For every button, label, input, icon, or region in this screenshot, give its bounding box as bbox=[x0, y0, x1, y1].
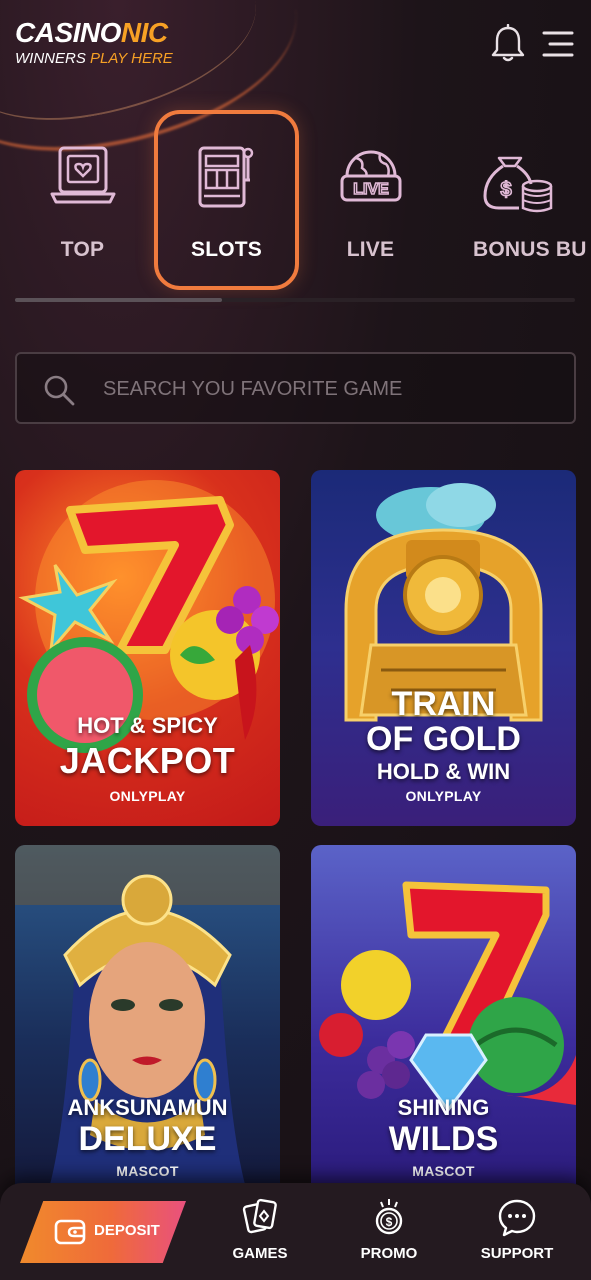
game-card-hot-spicy-jackpot[interactable]: HOT & SPICY JACKPOT ONLYPLAY bbox=[15, 470, 280, 826]
search-bar[interactable] bbox=[15, 352, 576, 424]
money-bag-icon: $ bbox=[482, 156, 552, 213]
logo-wordmark: CASINONIC bbox=[15, 18, 173, 48]
logo-text-orange: NIC bbox=[120, 17, 168, 48]
game-provider: ONLYPLAY bbox=[109, 788, 186, 804]
game-provider: MASCOT bbox=[412, 1163, 475, 1179]
category-label: TOP bbox=[60, 238, 105, 261]
search-icon bbox=[44, 375, 75, 406]
game-title-line2: DELUXE bbox=[78, 1120, 217, 1158]
game-title-line1: SHINING bbox=[397, 1095, 490, 1120]
deposit-label: DEPOSIT bbox=[94, 1222, 160, 1239]
bottom-navigation: DEPOSIT GAMES $ PROMO SUPPORT bbox=[0, 1183, 591, 1280]
category-top[interactable]: TOP bbox=[10, 110, 155, 290]
category-label: BONUS BU bbox=[473, 238, 587, 261]
game-title-line3: HOLD & WIN bbox=[376, 759, 511, 784]
live-globe-icon: LIVE bbox=[340, 150, 401, 202]
category-bonus-buy[interactable]: $ BONUS BU bbox=[442, 110, 591, 290]
game-provider: MASCOT bbox=[116, 1163, 179, 1179]
chat-bubble-icon bbox=[498, 1199, 536, 1237]
hamburger-menu-icon[interactable] bbox=[542, 30, 574, 58]
category-live[interactable]: LIVE LIVE bbox=[298, 110, 443, 290]
category-label: LIVE bbox=[346, 238, 395, 261]
nav-games[interactable]: GAMES bbox=[210, 1197, 310, 1267]
logo-text-white: CASINO bbox=[15, 17, 121, 48]
game-card-train-of-gold[interactable]: TRAIN OF GOLD HOLD & WIN ONLYPLAY bbox=[311, 470, 576, 826]
brand-logo[interactable]: CASINONIC WINNERS PLAY HERE bbox=[15, 18, 173, 68]
svg-text:LIVE: LIVE bbox=[353, 181, 389, 198]
nav-support[interactable]: SUPPORT bbox=[467, 1197, 567, 1267]
game-title-line2: OF GOLD bbox=[366, 720, 521, 758]
playing-cards-icon bbox=[242, 1198, 277, 1234]
game-card-shining-wilds[interactable]: SHINING WILDS MASCOT bbox=[311, 845, 576, 1201]
game-title-line1: HOT & SPICY bbox=[77, 713, 218, 738]
nav-games-label: GAMES bbox=[232, 1245, 288, 1262]
tagline-orange: PLAY HERE bbox=[90, 50, 173, 67]
nav-support-label: SUPPORT bbox=[480, 1245, 554, 1262]
game-card-anksunamun-deluxe[interactable]: ANKSUNAMUN DELUXE MASCOT bbox=[15, 845, 280, 1201]
tagline-white: WINNERS bbox=[15, 50, 90, 67]
game-title-line2: WILDS bbox=[388, 1120, 499, 1158]
nav-promo[interactable]: $ PROMO bbox=[339, 1197, 439, 1267]
logo-tagline: WINNERS PLAY HERE bbox=[15, 50, 173, 68]
category-carousel[interactable]: TOP SLOTS LIVE LIVE $ BONUS BU bbox=[0, 110, 591, 302]
game-title-line1: TRAIN bbox=[391, 685, 496, 723]
svg-text:$: $ bbox=[386, 1215, 393, 1229]
wallet-icon bbox=[54, 1219, 86, 1245]
svg-text:$: $ bbox=[500, 179, 511, 201]
nav-promo-label: PROMO bbox=[360, 1245, 418, 1262]
search-input[interactable] bbox=[101, 366, 565, 412]
game-provider: ONLYPLAY bbox=[405, 788, 482, 804]
slot-machine-icon bbox=[198, 146, 253, 208]
deposit-button[interactable]: DEPOSIT bbox=[20, 1201, 186, 1263]
category-scrollbar-thumb[interactable] bbox=[15, 298, 222, 302]
laptop-heart-icon bbox=[50, 146, 115, 204]
game-title-line2: JACKPOT bbox=[59, 740, 236, 781]
promo-coin-icon: $ bbox=[375, 1199, 403, 1235]
category-slots[interactable]: SLOTS bbox=[154, 110, 299, 290]
bell-icon[interactable] bbox=[490, 23, 526, 64]
category-scrollbar[interactable] bbox=[15, 298, 575, 302]
game-title-line1: ANKSUNAMUN bbox=[67, 1095, 228, 1120]
category-label: SLOTS bbox=[190, 238, 262, 261]
